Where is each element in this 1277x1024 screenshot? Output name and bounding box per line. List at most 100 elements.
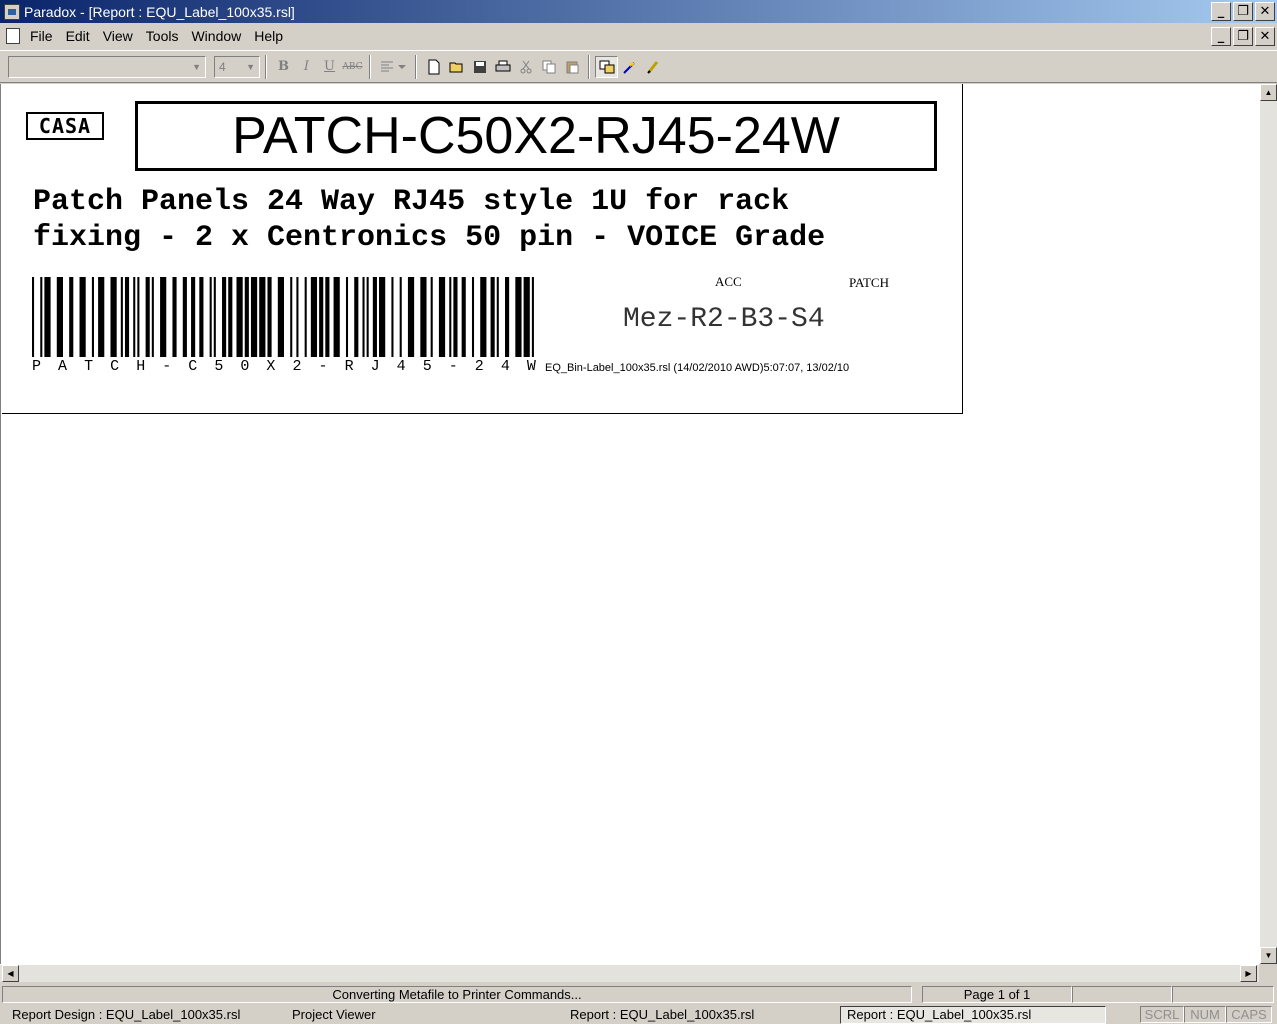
restore-button[interactable]: ❐ xyxy=(1233,2,1253,21)
barcode-bar xyxy=(209,277,212,357)
barcode-char: 5 xyxy=(214,358,224,375)
barcode-char: 4 xyxy=(396,358,406,375)
scroll-up-arrow-icon[interactable]: ▲ xyxy=(1260,84,1277,101)
expert-button[interactable] xyxy=(618,56,641,78)
barcode-bar xyxy=(505,277,510,357)
font-size-value: 4 xyxy=(219,59,226,74)
minimize-button[interactable]: _ xyxy=(1211,2,1231,21)
close-button[interactable]: ✕ xyxy=(1255,2,1275,21)
menu-view[interactable]: View xyxy=(103,28,142,44)
barcode-bar xyxy=(531,277,534,357)
horizontal-scrollbar[interactable]: ◀ ▶ xyxy=(0,964,1259,982)
vertical-scrollbar[interactable]: ▲ ▼ xyxy=(1259,84,1277,964)
print-button[interactable] xyxy=(491,56,514,78)
font-name-combo[interactable]: ▼ xyxy=(8,55,206,78)
barcode-bar xyxy=(56,277,63,357)
barcode-bar xyxy=(496,277,499,357)
barcode-char: - xyxy=(448,358,458,375)
description-line-2: fixing - 2 x Centronics 50 pin - VOICE G… xyxy=(33,221,826,255)
report-viewer[interactable]: CASA PATCH-C50X2-RJ45-24W Patch Panels 2… xyxy=(0,84,1260,964)
status-message: Converting Metafile to Printer Commands.… xyxy=(2,986,912,1003)
barcode-char: H xyxy=(136,358,146,375)
view-data-button[interactable] xyxy=(595,55,618,78)
menu-window[interactable]: Window xyxy=(191,28,250,44)
barcode-char: 5 xyxy=(422,358,432,375)
barcode-bar xyxy=(515,277,522,357)
new-button[interactable] xyxy=(422,56,445,78)
open-button[interactable] xyxy=(445,56,468,78)
chevron-down-icon[interactable]: ▼ xyxy=(246,62,255,72)
barcode-bar xyxy=(391,277,394,357)
paradox-app-icon[interactable] xyxy=(4,3,20,20)
barcode-char: R xyxy=(344,358,354,375)
barcode-bar xyxy=(325,277,330,357)
description-line-1: Patch Panels 24 Way RJ45 style 1U for ra… xyxy=(33,185,790,219)
paste-clipboard-icon xyxy=(566,61,578,73)
menu-edit[interactable]: Edit xyxy=(66,28,99,44)
menu-help[interactable]: Help xyxy=(254,28,292,44)
barcode-bar xyxy=(362,277,365,357)
barcode-bar xyxy=(523,277,530,357)
barcode-bar xyxy=(151,277,154,357)
align-button[interactable] xyxy=(376,56,410,78)
doc-close-button[interactable]: ✕ xyxy=(1255,27,1275,46)
barcode-bar xyxy=(471,277,475,357)
part-description: Patch Panels 24 Way RJ45 style 1U for ra… xyxy=(33,184,933,256)
doc-restore-button[interactable]: ❐ xyxy=(1233,27,1253,46)
barcode-bar xyxy=(191,277,196,357)
barcode-char: C xyxy=(110,358,120,375)
scroll-down-arrow-icon[interactable]: ▼ xyxy=(1260,947,1277,964)
status-panel-empty-1 xyxy=(1072,986,1172,1003)
barcode-caption: PATCH-C50X2-RJ45-24W xyxy=(32,358,536,375)
bold-button[interactable]: B xyxy=(272,56,295,78)
barcode-bar xyxy=(145,277,150,357)
document-icon[interactable] xyxy=(6,28,20,44)
scroll-lock-indicator: SCRL xyxy=(1140,1006,1184,1023)
part-number: PATCH-C50X2-RJ45-24W xyxy=(135,101,937,171)
barcode-bar xyxy=(222,277,227,357)
font-size-combo[interactable]: 4 ▼ xyxy=(214,55,260,78)
barcode-bar xyxy=(453,277,458,357)
underline-button[interactable]: U xyxy=(318,56,341,78)
barcode-bar xyxy=(267,277,272,357)
highlighter-pen-icon xyxy=(646,60,658,74)
barcode-bar xyxy=(304,277,307,357)
toolbar: ▼ 4 ▼ B I U ABC xyxy=(0,50,1277,83)
doc-minimize-button[interactable]: _ xyxy=(1211,27,1231,46)
chevron-down-icon[interactable]: ▼ xyxy=(192,62,201,72)
barcode-bar xyxy=(236,277,243,357)
coaches-button[interactable] xyxy=(641,56,664,78)
barcode-bar xyxy=(213,277,216,357)
barcode-char: - xyxy=(162,358,172,375)
menu-file[interactable]: File xyxy=(30,28,62,44)
barcode-bar xyxy=(172,277,177,357)
italic-button[interactable]: I xyxy=(295,56,318,78)
strikethrough-button[interactable]: ABC xyxy=(341,56,364,78)
title-bar[interactable]: Paradox - [Report : EQU_Label_100x35.rsl… xyxy=(0,0,1277,23)
scroll-left-arrow-icon[interactable]: ◀ xyxy=(2,965,19,982)
barcode-bar xyxy=(244,277,249,357)
task-report[interactable]: Report : EQU_Label_100x35.rsl xyxy=(558,1006,840,1024)
acc-label: ACC xyxy=(715,274,742,289)
task-project-viewer[interactable]: Project Viewer xyxy=(280,1006,558,1024)
window-title: Paradox - [Report : EQU_Label_100x35.rsl… xyxy=(24,3,295,20)
open-folder-icon xyxy=(449,62,462,72)
save-button[interactable] xyxy=(468,56,491,78)
size-grip[interactable] xyxy=(1259,964,1277,982)
barcode-bar xyxy=(399,277,402,357)
scroll-right-arrow-icon[interactable]: ▶ xyxy=(1240,965,1257,982)
task-report-active[interactable]: Report : EQU_Label_100x35.rsl xyxy=(840,1005,1106,1024)
paste-button[interactable] xyxy=(560,56,583,78)
status-panel-empty-2 xyxy=(1172,986,1274,1003)
copy-icon xyxy=(542,60,555,73)
copy-button[interactable] xyxy=(537,56,560,78)
menu-tools[interactable]: Tools xyxy=(146,28,188,44)
bin-location: Mez-R2-B3-S4 xyxy=(623,304,825,335)
barcode-bar xyxy=(250,277,258,357)
toolbar-separator xyxy=(265,54,267,79)
barcode-bar xyxy=(438,277,446,357)
barcode-char: C xyxy=(188,358,198,375)
status-bar: Converting Metafile to Printer Commands.… xyxy=(0,985,1277,1004)
task-report-design[interactable]: Report Design : EQU_Label_100x35.rsl xyxy=(0,1006,280,1024)
cut-button[interactable] xyxy=(514,56,537,78)
